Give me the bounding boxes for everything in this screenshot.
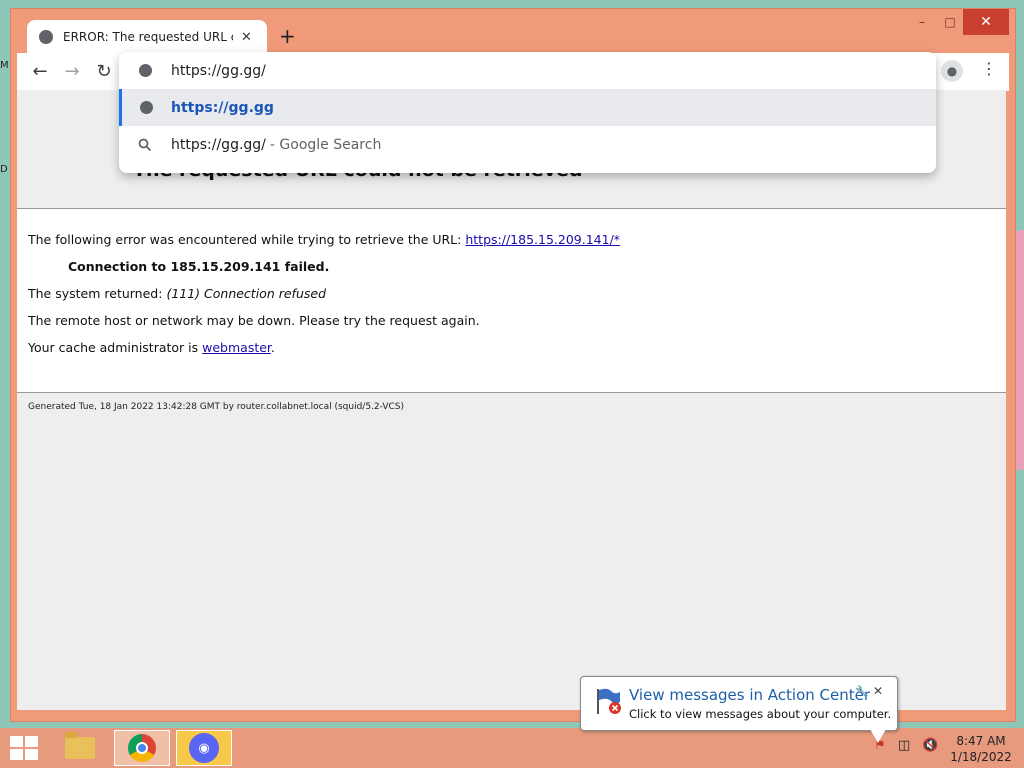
window-close-button[interactable]: ✕ xyxy=(963,9,1009,35)
taskbar-file-explorer[interactable] xyxy=(52,730,108,766)
windows-logo-icon xyxy=(10,736,23,747)
system-returned: The system returned: (111) Connection re… xyxy=(28,286,326,301)
error-intro: The following error was encountered whil… xyxy=(28,232,620,247)
system-returned-label: The system returned: xyxy=(28,286,163,301)
clock-time: 8:47 AM xyxy=(956,734,1006,748)
wrench-icon[interactable]: 🔧 xyxy=(855,685,869,698)
close-icon[interactable]: ✕ xyxy=(241,30,252,45)
chrome-icon xyxy=(128,734,156,762)
omnibox-input-row[interactable]: https://gg.gg/ xyxy=(119,52,936,89)
taskbar-discord[interactable]: ◉ xyxy=(176,730,232,766)
maximize-button[interactable]: □ xyxy=(933,9,967,35)
volume-muted-icon[interactable]: 🔇 xyxy=(922,738,938,753)
windows-logo-icon xyxy=(25,749,38,760)
error-url-link[interactable]: https://185.15.209.141/* xyxy=(465,232,620,247)
globe-icon xyxy=(39,30,53,44)
action-center-notification[interactable]: View messages in Action Center Click to … xyxy=(580,676,898,731)
remote-host-message: The remote host or network may be down. … xyxy=(28,313,480,328)
clock-date: 1/18/2022 xyxy=(950,750,1012,764)
tab-title: ERROR: The requested URL could not be re… xyxy=(63,30,233,44)
cache-admin-line: Your cache administrator is webmaster. xyxy=(28,340,275,355)
system-returned-value: (111) Connection refused xyxy=(166,286,327,301)
suggestion-suffix: - Google Search xyxy=(269,136,382,153)
new-tab-button[interactable]: + xyxy=(279,24,296,48)
cache-admin-end: . xyxy=(270,340,275,355)
action-center-flag-icon xyxy=(597,688,621,714)
browser-tab[interactable]: ERROR: The requested URL could not be re… xyxy=(27,20,267,54)
omnibox-suggestion[interactable]: https://gg.gg xyxy=(119,89,936,126)
windows-logo-icon xyxy=(25,736,38,747)
webmaster-link[interactable]: webmaster xyxy=(202,340,271,355)
taskbar-chrome[interactable] xyxy=(114,730,170,766)
page-content: The requested URL could not be retrieved… xyxy=(17,90,1006,710)
notification-title: View messages in Action Center xyxy=(629,686,871,704)
suggestion-text: https://gg.gg/ xyxy=(171,136,266,153)
cache-admin-label: Your cache administrator is xyxy=(28,340,199,355)
forward-button[interactable]: → xyxy=(61,61,83,82)
notification-body: Click to view messages about your comput… xyxy=(629,707,892,721)
reload-button[interactable]: ↻ xyxy=(93,61,115,82)
omnibox-dropdown: https://gg.gg/ https://gg.gg https://gg.… xyxy=(119,52,936,173)
notification-tail xyxy=(870,729,886,743)
windows-logo-icon xyxy=(10,749,23,760)
omnibox-input[interactable]: https://gg.gg/ xyxy=(171,63,266,79)
connection-failed-text: Connection to 185.15.209.141 failed. xyxy=(68,259,330,274)
network-icon[interactable]: ◫ xyxy=(898,738,910,753)
back-button[interactable]: ← xyxy=(29,61,51,82)
omnibox-suggestion[interactable]: https://gg.gg/ - Google Search xyxy=(119,126,936,163)
error-content: The following error was encountered whil… xyxy=(17,209,1006,392)
search-icon xyxy=(119,138,171,152)
divider xyxy=(17,392,1006,393)
suggestion-text: https://gg.gg xyxy=(171,99,274,116)
globe-icon xyxy=(138,64,152,77)
globe-icon xyxy=(140,101,153,114)
file-explorer-icon xyxy=(65,732,95,759)
discord-icon: ◉ xyxy=(189,733,219,763)
footer-generated-text: Generated Tue, 18 Jan 2022 13:42:28 GMT … xyxy=(28,402,405,412)
system-clock[interactable]: 8:47 AM 1/18/2022 xyxy=(948,733,1014,765)
notification-close-button[interactable]: ✕ xyxy=(873,684,883,698)
profile-avatar-icon[interactable]: ● xyxy=(941,60,963,82)
error-intro-text: The following error was encountered whil… xyxy=(28,232,462,247)
start-button[interactable] xyxy=(8,735,38,761)
menu-icon[interactable]: ⋮ xyxy=(981,59,997,78)
